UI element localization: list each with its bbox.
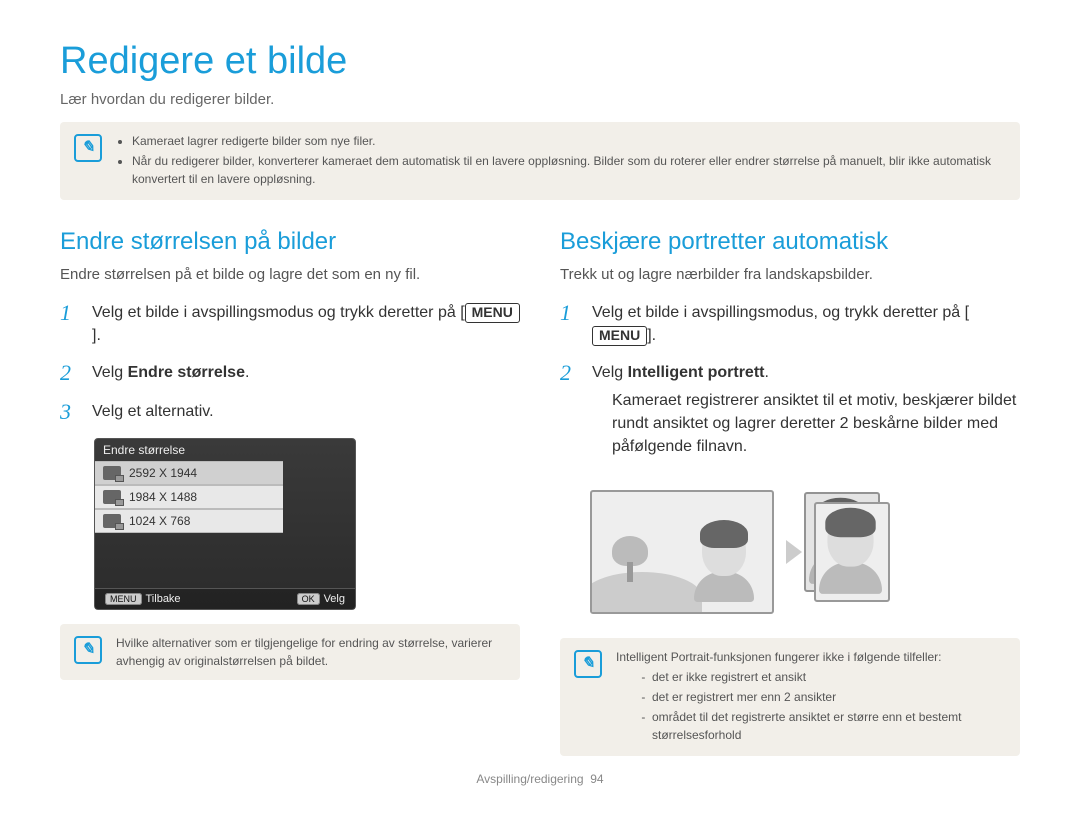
step-number: 1 xyxy=(60,301,78,347)
resize-step3: Velg et alternativ. xyxy=(92,400,214,424)
menu-chip: MENU xyxy=(465,303,520,323)
section-crop-portrait: Beskjære portretter automatisk Trekk ut … xyxy=(560,228,1020,756)
page-subtitle: Lær hvordan du redigerer bilder. xyxy=(60,91,1020,108)
step-number: 1 xyxy=(560,301,578,347)
resize-note-text: Hvilke alternativer som er tilgjengelige… xyxy=(116,634,506,670)
crop-step1-text: Velg et bilde i avspillingsmodus, og try… xyxy=(592,304,969,321)
resize-step1-text: Velg et bilde i avspillingsmodus og tryk… xyxy=(92,304,465,321)
resize-option-2: 1984 X 1488 xyxy=(95,485,283,509)
camera-menu-button: MENU xyxy=(105,593,142,605)
resize-step2-post: . xyxy=(245,364,249,381)
camera-ok-label: Velg xyxy=(324,593,345,605)
crop-note-item-2: det er registrert mer enn 2 ansikter xyxy=(652,688,1006,706)
footer-section: Avspilling/redigering xyxy=(476,772,583,786)
step-number: 2 xyxy=(60,361,78,385)
resize-step2-bold: Endre størrelse xyxy=(128,364,245,381)
crop-illustration xyxy=(590,490,1020,614)
camera-back-label: Tilbake xyxy=(146,593,181,605)
section-resize: Endre størrelsen på bilder Endre størrel… xyxy=(60,228,520,756)
resize-heading: Endre størrelsen på bilder xyxy=(60,228,520,256)
step-number: 2 xyxy=(560,361,578,472)
resize-option-1: 2592 X 1944 xyxy=(95,461,283,485)
resolution-icon xyxy=(103,514,121,528)
top-note-item-2: Når du redigerer bilder, konverterer kam… xyxy=(132,152,1006,188)
camera-screen-title: Endre størrelse xyxy=(95,439,355,461)
camera-screen-mock: Endre størrelse 2592 X 1944 1984 X 1488 … xyxy=(94,438,356,610)
crop-step2-pre: Velg xyxy=(592,364,628,381)
resolution-icon xyxy=(103,490,121,504)
resolution-icon xyxy=(103,466,121,480)
resize-step2-pre: Velg xyxy=(92,364,128,381)
page-title: Redigere et bilde xyxy=(60,40,1020,83)
note-icon xyxy=(74,636,102,664)
resize-note-box: Hvilke alternativer som er tilgjengelige… xyxy=(60,624,520,680)
crop-note-box: Intelligent Portrait-funksjonen fungerer… xyxy=(560,638,1020,756)
portrait-thumbnail xyxy=(814,502,890,602)
step-number: 3 xyxy=(60,400,78,424)
note-icon xyxy=(74,134,102,162)
crop-subtext: Trekk ut og lagre nærbilder fra landskap… xyxy=(560,266,1020,283)
resize-subtext: Endre størrelsen på et bilde og lagre de… xyxy=(60,266,520,283)
menu-chip: MENU xyxy=(592,326,647,346)
landscape-thumbnail xyxy=(590,490,774,614)
camera-ok-button: OK xyxy=(297,593,320,605)
crop-note-lead: Intelligent Portrait-funksjonen fungerer… xyxy=(616,648,1006,666)
crop-note-item-1: det er ikke registrert et ansikt xyxy=(652,668,1006,686)
arrow-right-icon xyxy=(786,540,802,564)
footer-page-number: 94 xyxy=(590,772,603,786)
top-note-item-1: Kameraet lagrer redigerte bilder som nye… xyxy=(132,132,1006,150)
top-note-box: Kameraet lagrer redigerte bilder som nye… xyxy=(60,122,1020,200)
crop-step2-bold: Intelligent portrett xyxy=(628,364,765,381)
page-footer: Avspilling/redigering 94 xyxy=(60,772,1020,786)
crop-note-item-3: området til det registrerte ansiktet er … xyxy=(652,708,1006,744)
resize-step1-post: ]. xyxy=(92,327,101,344)
crop-step1-post: ]. xyxy=(647,327,656,344)
crop-step2-bullet: Kameraet registrerer ansiktet til et mot… xyxy=(612,389,1020,459)
resize-option-3: 1024 X 768 xyxy=(95,509,283,533)
crop-step2-post: . xyxy=(764,364,768,381)
crop-heading: Beskjære portretter automatisk xyxy=(560,228,1020,256)
note-icon xyxy=(574,650,602,678)
